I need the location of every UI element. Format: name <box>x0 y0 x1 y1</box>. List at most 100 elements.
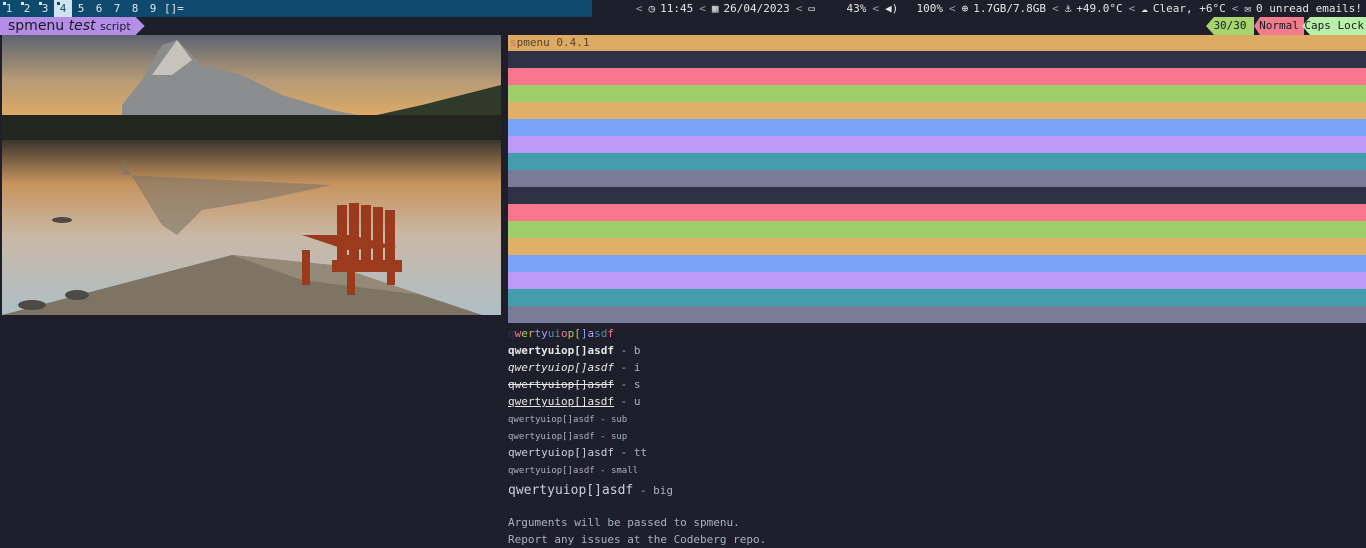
color-stripe[interactable] <box>508 102 1366 119</box>
colored-char: f <box>607 327 614 340</box>
thermometer-icon: ⚓ <box>1064 2 1072 15</box>
color-stripe[interactable] <box>508 204 1366 221</box>
list-item-u[interactable]: qwertyuiop[]asdf - u <box>508 393 1366 410</box>
workspace-tag-3[interactable]: 3 <box>36 0 54 17</box>
volume-module[interactable]: ◀) 100% <box>881 0 947 17</box>
memory-text: 1.7GB/7.8GB <box>973 2 1047 15</box>
sample-word: qwertyuiop[]asdf <box>508 415 595 425</box>
calendar-icon: ▦ <box>711 2 719 15</box>
occupied-dot <box>57 2 60 5</box>
date-module[interactable]: ▦ 26/04/2023 <box>708 0 794 17</box>
list-item-small[interactable]: qwertyuiop[]asdf - small <box>508 461 1366 478</box>
prompt-word-small: script <box>99 20 131 33</box>
color-stripe[interactable] <box>508 187 1366 204</box>
prompt: spmenu test script <box>0 17 145 35</box>
workspace-tag-5[interactable]: 5 <box>72 0 90 17</box>
list-item-big[interactable]: qwertyuiop[]asdf - big <box>508 480 1366 502</box>
menu-panel: spmenu 0.4.1 qwertyuiop[]asdf qwertyuiop… <box>508 35 1366 546</box>
workspace-label: 2 <box>23 2 31 15</box>
sample-word: qwertyuiop[]asdf <box>508 466 595 476</box>
separator: < <box>635 2 643 15</box>
occupied-dot <box>39 2 42 5</box>
workspace-tag-1[interactable]: 1 <box>0 0 18 17</box>
sample-word: qwertyuiop[]asdf <box>508 395 614 408</box>
mode-indicator: Normal <box>1254 17 1304 35</box>
color-stripe[interactable] <box>508 85 1366 102</box>
style-suffix: - small <box>594 466 639 476</box>
list-item-sub[interactable]: qwertyuiop[]asdf - sub <box>508 410 1366 427</box>
menu-bar: spmenu test script 30/30 Normal Caps Loc… <box>0 17 1366 35</box>
style-suffix: - sup <box>594 432 628 442</box>
style-suffix: - i <box>613 361 641 374</box>
separator: < <box>872 2 879 15</box>
message-line: Arguments will be passed to spmenu. <box>508 516 740 529</box>
date-text: 26/04/2023 <box>723 2 790 15</box>
workspace-list: 123456789 <box>0 0 162 17</box>
item-list: qwertyuiop[]asdf qwertyuiop[]asdf - b qwe… <box>508 323 1366 548</box>
battery-module[interactable]: ▭ 43% <box>804 0 870 17</box>
list-item-s[interactable]: qwertyuiop[]asdf - s <box>508 376 1366 393</box>
list-item-sup[interactable]: qwertyuiop[]asdf - sup <box>508 427 1366 444</box>
style-suffix: - u <box>613 395 641 408</box>
color-stripe[interactable] <box>508 306 1366 323</box>
separator: < <box>795 2 803 15</box>
volume-text: 100% <box>916 2 943 15</box>
list-item-colored[interactable]: qwertyuiop[]asdf <box>508 325 1366 342</box>
workspace-tag-6[interactable]: 6 <box>90 0 108 17</box>
landscape-image <box>2 35 501 315</box>
color-stripe[interactable] <box>508 119 1366 136</box>
colored-char: q <box>508 327 515 340</box>
color-stripe[interactable] <box>508 221 1366 238</box>
sample-word: qwertyuiop[]asdf <box>508 483 634 498</box>
mail-text: 0 unread emails! <box>1256 2 1362 15</box>
color-stripe[interactable] <box>508 136 1366 153</box>
color-stripe[interactable] <box>508 153 1366 170</box>
colored-char: [ <box>574 327 581 340</box>
workspace-label: 9 <box>149 2 157 15</box>
list-item-b[interactable]: qwertyuiop[]asdf - b <box>508 342 1366 359</box>
sample-word: qwertyuiop[]asdf <box>508 344 614 357</box>
colored-char: e <box>521 327 528 340</box>
mail-icon: ✉ <box>1244 2 1252 15</box>
workspace-tag-4[interactable]: 4 <box>54 0 72 17</box>
temperature-module[interactable]: ⚓ +49.0°C <box>1061 0 1127 17</box>
color-stripe[interactable] <box>508 289 1366 306</box>
color-stripe[interactable] <box>508 238 1366 255</box>
memory-module[interactable]: ⊕ 1.7GB/7.8GB <box>958 0 1050 17</box>
version-line[interactable]: spmenu 0.4.1 <box>508 35 1366 51</box>
colored-char: ] <box>580 327 588 340</box>
list-item-tt[interactable]: qwertyuiop[]asdf - tt <box>508 444 1366 461</box>
layout-indicator[interactable]: []= <box>164 0 184 17</box>
weather-module[interactable]: ☁ Clear, +6°C <box>1137 0 1229 17</box>
workspace-tag-8[interactable]: 8 <box>126 0 144 17</box>
colored-char: r <box>527 327 535 340</box>
workspace-label: 8 <box>131 2 139 15</box>
color-stripe[interactable] <box>508 272 1366 289</box>
workspace-tag-7[interactable]: 7 <box>108 0 126 17</box>
sample-word: qwertyuiop[]asdf <box>508 378 614 391</box>
prompt-word-italic: test <box>68 18 96 34</box>
match-counter: 30/30 <box>1206 17 1254 35</box>
color-stripe[interactable] <box>508 170 1366 187</box>
colored-char: y <box>541 327 548 340</box>
style-suffix: - big <box>633 484 673 497</box>
color-stripe[interactable] <box>508 51 1366 68</box>
colored-char: o <box>561 327 568 340</box>
list-item-i[interactable]: qwertyuiop[]asdf - i <box>508 359 1366 376</box>
color-stripes <box>508 51 1366 323</box>
message-line: Report any issues at the Codeberg repo. <box>508 533 767 546</box>
workspace-tag-9[interactable]: 9 <box>144 0 162 17</box>
clock-module[interactable]: ◷ 11:45 <box>644 0 697 17</box>
weather-text: Clear, +6°C <box>1152 2 1226 15</box>
workspace-tag-2[interactable]: 2 <box>18 0 36 17</box>
occupied-dot <box>3 2 6 5</box>
mail-module[interactable]: ✉ 0 unread emails! <box>1240 0 1366 17</box>
style-suffix: - b <box>613 344 641 357</box>
separator: < <box>699 2 706 15</box>
image-preview <box>2 35 501 315</box>
color-stripe[interactable] <box>508 255 1366 272</box>
workspace-label: 3 <box>41 2 49 15</box>
color-stripe[interactable] <box>508 68 1366 85</box>
clock-icon: ◷ <box>648 2 656 15</box>
occupied-dot <box>21 2 24 5</box>
